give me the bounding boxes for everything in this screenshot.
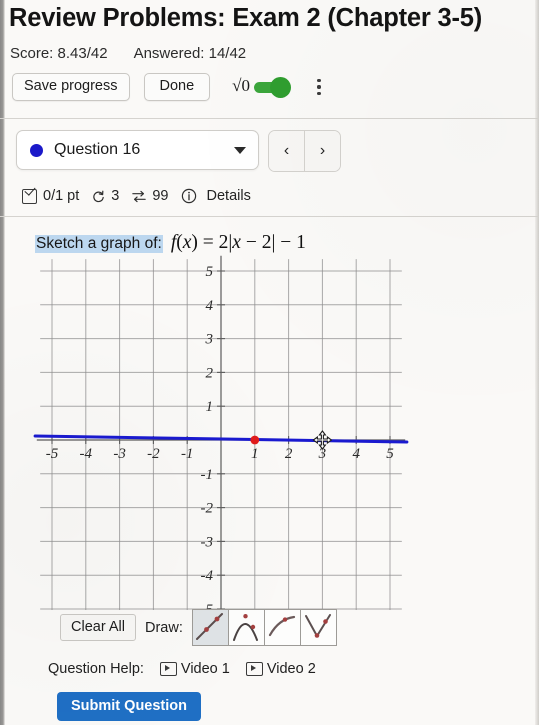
formula-equals: = [202,232,214,253]
function-formula: f(x) = 2|x − 2| − 1 [171,232,306,254]
x-tick-label: 1 [251,446,259,462]
more-options-icon[interactable] [311,79,327,96]
divider-top [0,118,539,119]
y-tick-label: -2 [201,501,214,517]
question-select-label: Question 16 [54,141,141,158]
absolute-value-tool[interactable] [299,609,337,646]
draw-label: Draw: [145,619,183,636]
answered-label: Answered: 14/42 [133,45,247,62]
x-tick-label: -4 [80,446,93,462]
next-question-button[interactable]: › [304,131,340,171]
retry-icon [91,189,106,204]
question-nav-row: Question 16 ‹ › [16,130,341,172]
toggle-knob [270,77,292,99]
draw-toolbar: Clear All Draw: [60,609,337,646]
video-icon [159,662,177,676]
x-tick-label: 5 [386,446,394,462]
page-title: Review Problems: Exam 2 (Chapter 3-5) [9,4,483,32]
video-2-link[interactable]: Video 2 [267,661,316,677]
question-meta-row: 0/1 pt 3 99 Details [22,188,251,204]
y-tick-label: -3 [201,534,214,550]
formula-shift: 2 [261,232,272,253]
draw-tool-group [191,609,337,646]
move-cursor-icon [312,430,333,450]
question-help-label: Question Help: [48,661,144,677]
parabola-tool[interactable] [227,609,265,646]
anchor-point[interactable] [250,435,260,445]
formula-outer-minus: − [280,232,292,253]
assignment-toolbar: Save progress Done √0 [12,73,327,102]
coordinate-plane[interactable]: -5 -4 -3 -2 -1 1 2 3 4 554321-1-2-3-4-5 [0,255,440,610]
question-select[interactable]: Question 16 [16,130,259,170]
details-link[interactable]: Details [207,188,251,204]
shuffles-count: 99 [152,188,169,204]
page-root: Review Problems: Exam 2 (Chapter 3-5) Sc… [0,0,539,725]
submit-question-button[interactable]: Submit Question [57,692,201,721]
shuffle-icon [131,189,147,204]
y-tick-label: 4 [206,298,214,314]
x-tick-label: -5 [46,446,59,462]
formula-close-paren: ) [191,232,198,253]
prompt-text-selected: Sketch a graph of: [35,235,163,253]
chevron-down-icon [234,146,246,154]
formula-constant: 1 [296,232,306,253]
question-help-row: Question Help: Video 1 Video 2 [48,661,316,677]
line-tool[interactable] [191,609,229,646]
points-label: 0/1 pt [43,188,80,204]
formula-abs-close: | [271,232,276,253]
score-label: Score: 8.43/42 [10,45,108,62]
y-tick-label: 3 [205,332,214,348]
x-tick-label: -1 [181,446,194,462]
info-icon[interactable] [181,188,197,204]
question-status-dot-icon [30,143,43,157]
move-cursor-icon [312,430,333,450]
checkbox-icon [22,188,37,204]
y-tick-label: 2 [206,365,214,381]
formula-coefficient: 2 [218,232,229,253]
question-prompt: Sketch a graph of: f(x) = 2|x − 2| − 1 [35,232,306,254]
save-progress-button[interactable]: Save progress [12,73,130,102]
question-pager: ‹ › [268,130,341,172]
divider-question [0,216,539,217]
y-tick-label: 1 [206,399,214,415]
math-keypad-toggle[interactable] [254,77,292,99]
plotted-points[interactable] [250,435,260,445]
axes [36,255,406,610]
radical-keypad-icon[interactable]: √0 [232,76,250,96]
graph-canvas[interactable]: -5 -4 -3 -2 -1 1 2 3 4 5 5 4 3 2 1 -1 -2 -3 -4 -5 [0,255,440,610]
radical-tool[interactable] [263,609,301,646]
prev-question-button[interactable]: ‹ [269,131,304,171]
clear-all-button[interactable]: Clear All [60,614,136,641]
y-tick-label: 5 [206,264,214,280]
formula-inner-minus: − [245,232,257,253]
score-status-row: Score: 8.43/42 Answered: 14/42 [10,45,246,62]
y-tick-label: -4 [201,568,214,584]
x-tick-label: -3 [113,446,126,462]
formula-inner-x: x [232,232,241,253]
done-button[interactable]: Done [143,73,211,102]
video-1-link[interactable]: Video 1 [181,661,230,677]
x-tick-label: 2 [285,446,293,462]
y-tick-label: -1 [201,467,214,483]
x-tick-label: -2 [147,446,160,462]
x-tick-label: 4 [352,446,360,462]
screen-edge-right [535,0,539,725]
attempts-count: 3 [111,188,120,204]
video-icon [245,662,263,676]
